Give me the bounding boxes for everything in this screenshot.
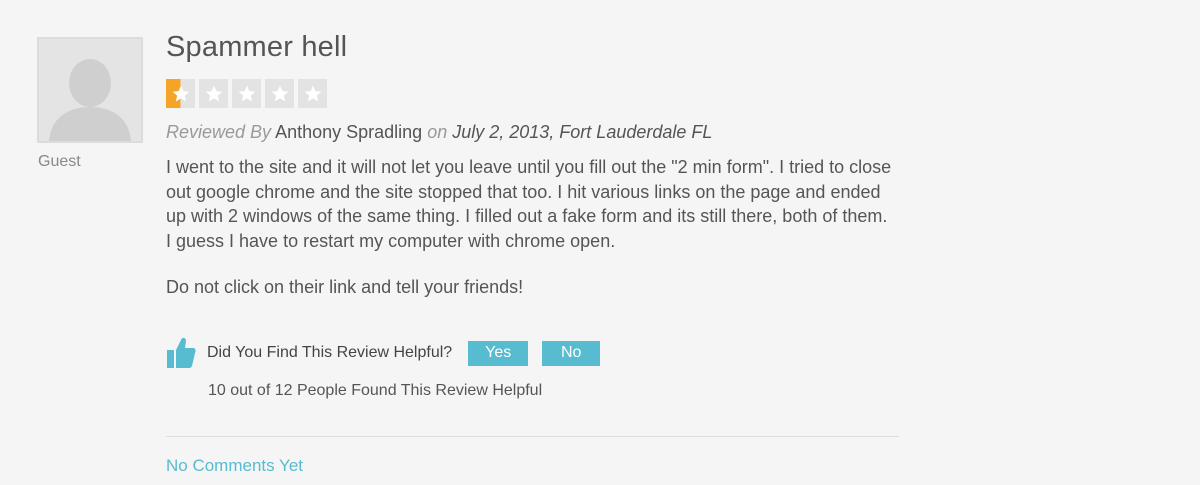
review-body: I went to the site and it will not let y… (166, 155, 896, 322)
user-silhouette-icon (39, 39, 141, 141)
star-icon (166, 79, 195, 108)
review-date-location: July 2, 2013, Fort Lauderdale FL (452, 122, 713, 142)
helpful-question: Did You Find This Review Helpful? (207, 344, 453, 361)
reviewer-role-label: Guest (38, 153, 81, 170)
review-title: Spammer hell (166, 31, 348, 63)
byline-prefix: Reviewed By (166, 122, 272, 142)
helpful-count: 10 out of 12 People Found This Review He… (208, 382, 543, 399)
comments-link[interactable]: No Comments Yet (166, 456, 303, 476)
thumbs-up-icon (167, 337, 196, 368)
helpful-prompt: Did You Find This Review Helpful? Yes No (166, 336, 614, 370)
byline-on: on (427, 122, 448, 142)
star-icon (265, 79, 294, 108)
review-byline: Reviewed By Anthony Spradling on July 2,… (166, 122, 712, 143)
divider (166, 436, 899, 437)
star-icon (232, 79, 261, 108)
helpful-no-button[interactable]: No (542, 340, 601, 366)
helpful-yes-button[interactable]: Yes (468, 340, 529, 366)
review-card: Guest Spammer hell Reviewed By Anthony S… (0, 0, 1200, 485)
star-icon (199, 79, 228, 108)
star-icon (298, 79, 327, 108)
review-paragraph: I went to the site and it will not let y… (166, 157, 892, 251)
review-paragraph: Do not click on their link and tell your… (166, 277, 524, 297)
star-rating (166, 79, 327, 108)
review-author: Anthony Spradling (275, 122, 423, 142)
avatar (37, 37, 143, 143)
